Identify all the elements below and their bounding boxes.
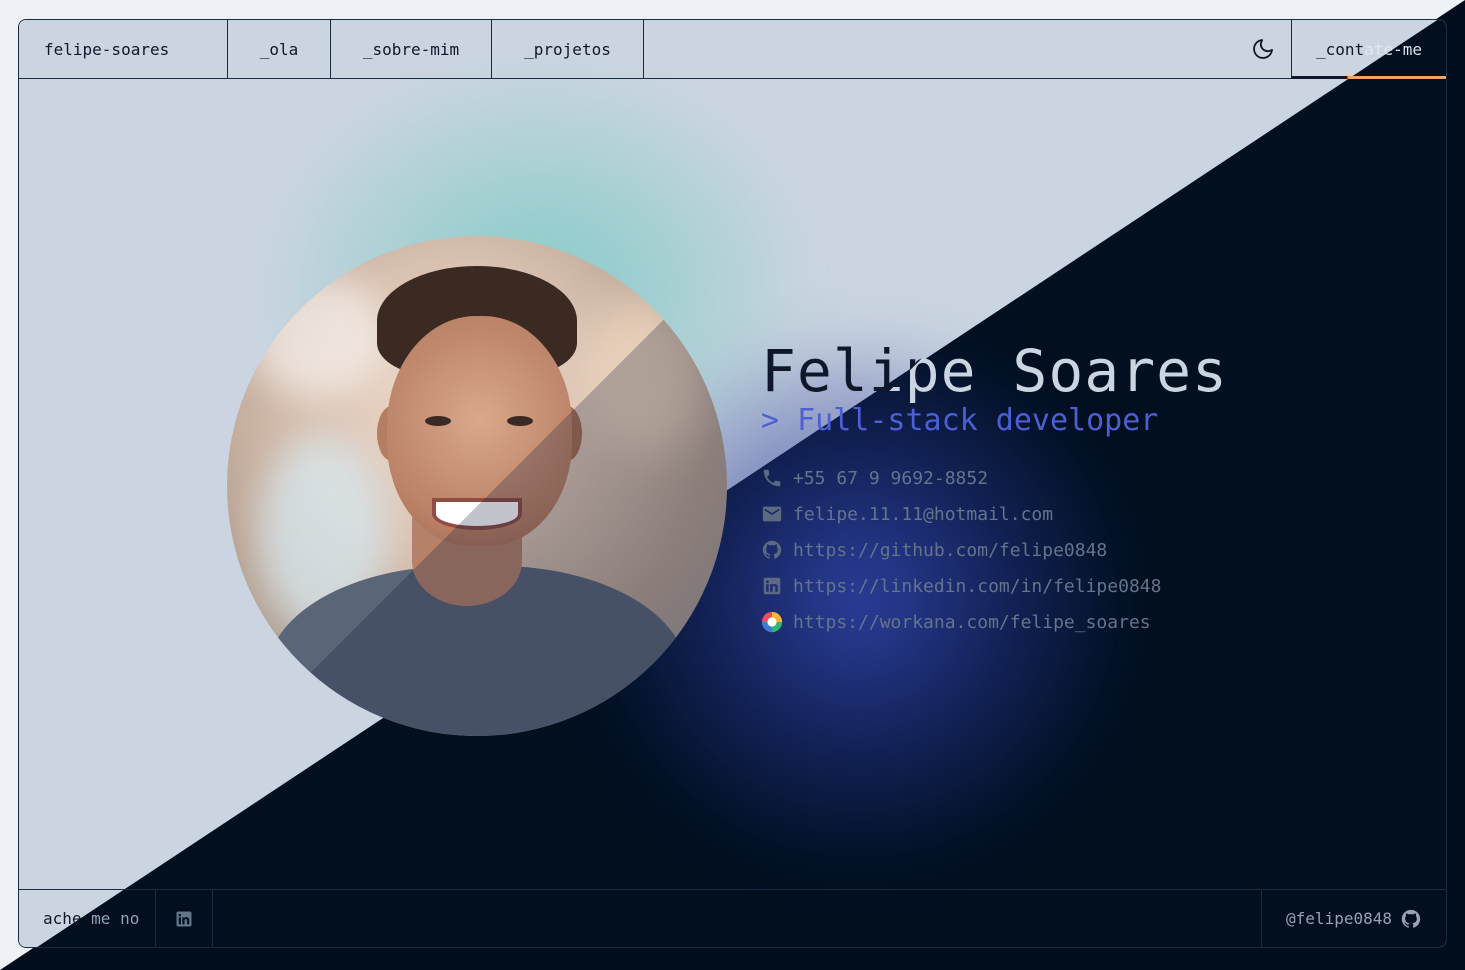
contact-phone-text: +55 67 9 9692-8852	[793, 467, 989, 489]
app-window: felipe-soares _ola _sobre-mim _projetos …	[18, 19, 1447, 948]
contact-workana[interactable]: https://workana.com/felipe_soares	[761, 604, 1228, 640]
contact-workana-text: https://workana.com/felipe_soares	[793, 611, 1151, 633]
contact-list: +55 67 9 9692-8852 felipe.11.11@hotmail.…	[761, 460, 1228, 640]
linkedin-icon	[176, 911, 192, 926]
contact-email[interactable]: felipe.11.11@hotmail.com	[761, 496, 1228, 532]
footer-github-link[interactable]: @felipe0848	[1261, 890, 1446, 947]
profile-info: Felipe Soares > Full-stack developer +55…	[761, 338, 1228, 640]
brand-name: felipe-soares	[19, 20, 228, 78]
footer-github-handle: @felipe0848	[1286, 909, 1392, 928]
profile-role: > Full-stack developer	[761, 403, 1159, 438]
nav-tab-projetos[interactable]: _projetos	[492, 20, 644, 78]
github-icon	[761, 539, 783, 561]
profile-photo	[227, 236, 727, 736]
linkedin-icon	[761, 575, 783, 597]
contact-linkedin-text: https://linkedin.com/in/felipe0848	[793, 575, 1162, 597]
nav-tab-contate-me-label: _contate-me	[1316, 39, 1422, 59]
phone-icon	[761, 467, 783, 489]
workana-icon	[761, 611, 783, 633]
footer: ache-me no @felipe0848	[19, 889, 1446, 947]
mail-icon	[761, 503, 783, 525]
footer-find-me-text: ache-me no	[43, 909, 140, 928]
contact-github-text: https://github.com/felipe0848	[793, 539, 1108, 561]
github-icon	[1401, 909, 1421, 928]
nav-tab-sobre-mim[interactable]: _sobre-mim	[331, 20, 492, 78]
theme-toggle-button[interactable]	[1235, 20, 1291, 78]
moon-icon	[1253, 39, 1273, 59]
contact-github[interactable]: https://github.com/felipe0848	[761, 532, 1228, 568]
top-nav: felipe-soares _ola _sobre-mim _projetos …	[19, 20, 1446, 79]
contact-email-text: felipe.11.11@hotmail.com	[793, 503, 1054, 525]
footer-linkedin-link[interactable]	[156, 890, 214, 947]
contact-linkedin[interactable]: https://linkedin.com/in/felipe0848	[761, 568, 1228, 604]
nav-tab-contate-me[interactable]: _contate-me	[1291, 20, 1446, 79]
nav-tab-ola[interactable]: _ola	[228, 20, 331, 78]
contact-phone: +55 67 9 9692-8852	[761, 460, 1228, 496]
footer-spacer	[213, 890, 1261, 947]
footer-find-me: ache-me no	[19, 890, 157, 947]
profile-name: Felipe Soares	[761, 337, 1228, 405]
